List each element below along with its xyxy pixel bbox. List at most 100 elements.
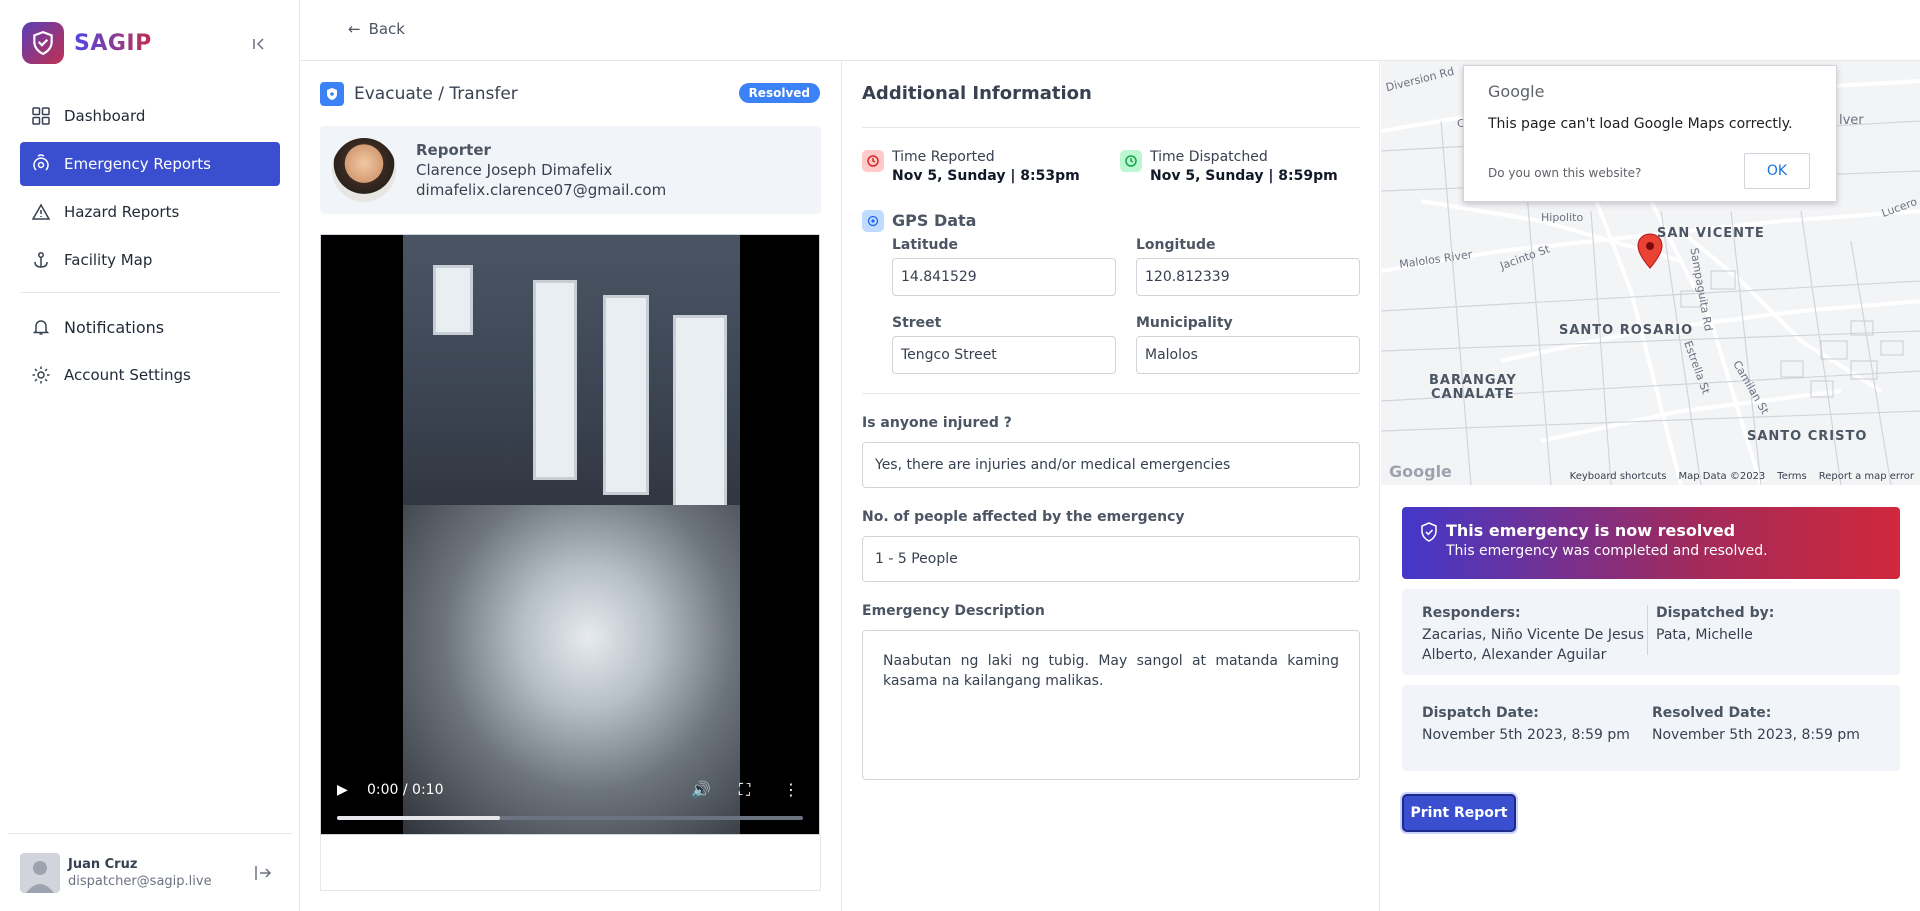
description-label: Emergency Description — [862, 603, 1045, 619]
map-ok-button[interactable]: OK — [1744, 153, 1810, 189]
sidebar-item-facility-map[interactable]: Facility Map — [20, 238, 280, 282]
map-own-link[interactable]: Do you own this website? — [1488, 166, 1641, 180]
map-label: BARANGAY — [1429, 373, 1517, 388]
volume-icon[interactable]: 🔊 — [691, 780, 711, 799]
additional-info-panel: Additional Information Time Reported Nov… — [842, 61, 1380, 911]
reporter-card: Reporter Clarence Joseph Dimafelix dimaf… — [320, 126, 821, 214]
video-frame — [403, 235, 740, 834]
sidebar-item-dashboard[interactable]: Dashboard — [20, 94, 280, 138]
gps-icon — [862, 210, 884, 232]
sidebar-item-label: Emergency Reports — [64, 155, 211, 173]
video-player[interactable]: ▶ 0:00 / 0:10 🔊 ⛶ ⋮ — [320, 234, 820, 835]
nav-divider — [20, 292, 280, 293]
description-field[interactable]: Naabutan ng laki ng tubig. May sangol at… — [862, 630, 1360, 780]
brand-name: SAGIP — [74, 30, 152, 56]
window-pane — [673, 315, 727, 525]
sidebar-item-notifications[interactable]: Notifications — [20, 305, 280, 349]
map-label: SANTO ROSARIO — [1559, 323, 1694, 338]
anchor-icon — [30, 249, 52, 271]
municipality-label: Municipality — [1136, 315, 1233, 331]
latitude-label: Latitude — [892, 237, 959, 253]
responder-name: Alberto, Alexander Aguilar — [1422, 647, 1607, 663]
affected-field[interactable]: 1 - 5 People — [862, 536, 1360, 582]
fullscreen-icon[interactable]: ⛶ — [739, 780, 750, 800]
sidebar-item-label: Notifications — [64, 317, 165, 337]
brand[interactable]: SAGIP — [22, 22, 152, 64]
sagip-logo-icon — [22, 22, 64, 64]
video-footer — [320, 835, 821, 891]
reporter-title: Reporter — [416, 141, 491, 159]
app: SAGIP Dashboard Emergency Reports Hazard… — [0, 0, 1920, 911]
window-pane — [603, 295, 649, 495]
location-signal-icon — [30, 153, 52, 175]
resolution-panel: SAN VICENTE SANTO ROSARIO BARANGAY CANAL… — [1381, 61, 1920, 911]
resolved-date-label: Resolved Date: — [1652, 705, 1772, 721]
shield-check-icon — [1420, 522, 1438, 546]
map-footer: Keyboard shortcuts Map Data ©2023 Terms … — [1570, 471, 1914, 482]
latitude-field[interactable]: 14.841529 — [892, 258, 1116, 296]
municipality-field[interactable]: Malolos — [1136, 336, 1360, 374]
collapse-sidebar-icon[interactable] — [248, 33, 270, 55]
map[interactable]: SAN VICENTE SANTO ROSARIO BARANGAY CANAL… — [1381, 61, 1920, 485]
map-footer-link[interactable]: Keyboard shortcuts — [1570, 471, 1667, 482]
gps-header: GPS Data — [862, 209, 976, 232]
responders-card: Responders: Zacarias, Niño Vicente De Je… — [1402, 589, 1900, 675]
divider — [862, 393, 1360, 394]
sidebar-item-label: Hazard Reports — [64, 203, 180, 221]
status-badge: Resolved — [738, 83, 820, 103]
clock-alert-icon — [862, 150, 884, 172]
bell-icon — [30, 316, 52, 338]
google-logo: Google — [1488, 82, 1545, 101]
injured-label: Is anyone injured ? — [862, 415, 1012, 431]
logout-icon[interactable] — [252, 862, 274, 884]
video-progress[interactable] — [337, 816, 803, 820]
affected-label: No. of people affected by the emergency — [862, 509, 1185, 525]
topbar: ← Back — [300, 0, 1920, 61]
divider — [862, 127, 1360, 128]
report-type: Evacuate / Transfer — [354, 84, 518, 104]
dispatched-by-label: Dispatched by: — [1656, 605, 1775, 621]
window-pane — [433, 265, 473, 335]
sidebar: SAGIP Dashboard Emergency Reports Hazard… — [0, 0, 300, 911]
map-footer-link[interactable]: Report a map error — [1819, 471, 1914, 482]
user-name: Juan Cruz — [68, 856, 138, 872]
more-options-icon[interactable]: ⋮ — [783, 780, 799, 799]
sidebar-item-hazard-reports[interactable]: Hazard Reports — [20, 190, 280, 234]
google-watermark: Google — [1389, 462, 1452, 481]
warning-icon — [30, 201, 52, 223]
responder-name: Zacarias, Niño Vicente De Jesus — [1422, 627, 1645, 643]
reporter-email: dimafelix.clarence07@gmail.com — [416, 181, 667, 199]
map-footer-link[interactable]: Terms — [1777, 471, 1806, 482]
sidebar-nav: Dashboard Emergency Reports Hazard Repor… — [20, 94, 280, 401]
time-dispatched-value: Nov 5, Sunday | 8:59pm — [1150, 168, 1338, 184]
reporter-name: Clarence Joseph Dimafelix — [416, 161, 613, 179]
map-edge-label: lver — [1839, 113, 1864, 128]
map-label: SAN VICENTE — [1657, 226, 1765, 241]
back-button[interactable]: ← Back — [348, 20, 405, 38]
video-progress-fill — [337, 816, 501, 820]
gps-title: GPS Data — [892, 211, 977, 230]
sidebar-item-emergency-reports[interactable]: Emergency Reports — [20, 142, 280, 186]
street-field[interactable]: Tengco Street — [892, 336, 1116, 374]
time-reported: Time Reported Nov 5, Sunday | 8:53pm — [862, 149, 1080, 184]
dispatched-by-value: Pata, Michelle — [1656, 627, 1753, 643]
window-pane — [533, 280, 577, 480]
sidebar-item-label: Account Settings — [64, 366, 191, 384]
resolved-date-value: November 5th 2023, 8:59 pm — [1652, 727, 1860, 743]
user-profile[interactable]: Juan Cruz dispatcher@sagip.live — [8, 833, 292, 911]
longitude-field[interactable]: 120.812339 — [1136, 258, 1360, 296]
dates-card: Dispatch Date: November 5th 2023, 8:59 p… — [1402, 685, 1900, 771]
clock-check-icon — [1120, 150, 1142, 172]
video-time: 0:00 / 0:10 — [367, 782, 444, 798]
map-error-message: This page can't load Google Maps correct… — [1488, 116, 1793, 132]
panel-title: Additional Information — [862, 83, 1092, 104]
reporter-avatar — [332, 138, 396, 202]
print-report-button[interactable]: Print Report — [1402, 794, 1516, 832]
sidebar-item-account-settings[interactable]: Account Settings — [20, 353, 280, 397]
sidebar-item-label: Dashboard — [64, 107, 146, 125]
play-icon[interactable]: ▶ — [337, 782, 348, 798]
map-label: SANTO CRISTO — [1747, 429, 1868, 444]
injured-field[interactable]: Yes, there are injuries and/or medical e… — [862, 442, 1360, 488]
video-controls: ▶ 0:00 / 0:10 🔊 ⛶ ⋮ — [321, 764, 819, 834]
time-reported-value: Nov 5, Sunday | 8:53pm — [892, 168, 1080, 184]
